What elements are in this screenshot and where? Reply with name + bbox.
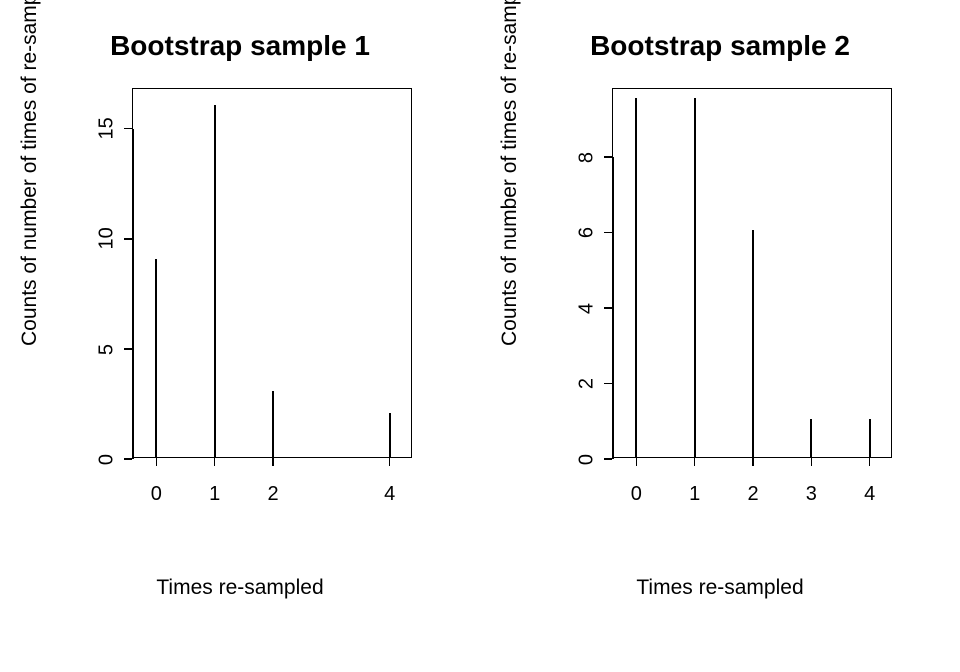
y-tick	[604, 232, 612, 234]
y-tick	[604, 307, 612, 309]
x-tick	[214, 458, 216, 466]
bar	[635, 98, 637, 457]
y-tick-label: 15	[96, 119, 119, 139]
bar	[272, 391, 274, 457]
y-tick-label: 5	[96, 339, 119, 359]
x-tick-label: 4	[375, 483, 405, 506]
y-tick	[124, 238, 132, 240]
y-tick-label: 0	[96, 450, 119, 470]
bar	[752, 230, 754, 457]
bar	[869, 419, 871, 457]
y-tick	[604, 383, 612, 385]
x-tick-label: 1	[200, 483, 230, 506]
y-tick-label: 2	[576, 374, 599, 394]
y-tick-label: 6	[576, 223, 599, 243]
y-tick	[124, 128, 132, 130]
y-tick	[604, 458, 612, 460]
chart-title-2: Bootstrap sample 2	[480, 30, 960, 62]
y-tick-label: 4	[576, 298, 599, 318]
x-axis-label-2: Times re-sampled	[480, 576, 960, 600]
y-axis-line	[612, 157, 614, 459]
x-tick-label: 1	[680, 483, 710, 506]
x-tick-label: 2	[738, 483, 768, 506]
x-tick	[694, 458, 696, 466]
bar	[214, 105, 216, 457]
x-tick	[811, 458, 813, 466]
chart-panel-2: Bootstrap sample 2 Counts of number of t…	[480, 0, 960, 672]
y-tick-label: 10	[96, 229, 119, 249]
x-axis-label-1: Times re-sampled	[0, 576, 480, 600]
y-tick-label: 0	[576, 450, 599, 470]
y-axis-line	[132, 129, 134, 459]
y-tick	[604, 156, 612, 158]
bar	[389, 413, 391, 457]
y-tick-label: 8	[576, 147, 599, 167]
x-tick	[272, 458, 274, 466]
x-tick	[636, 458, 638, 466]
plot-area-1: 0510150124	[132, 88, 412, 458]
bar	[155, 259, 157, 457]
y-tick	[124, 458, 132, 460]
x-tick-label: 0	[621, 483, 651, 506]
x-tick	[389, 458, 391, 466]
y-axis-label-2: Counts of number of times of re-sampling	[498, 326, 522, 346]
bar	[694, 98, 696, 457]
x-tick	[752, 458, 754, 466]
x-tick-label: 0	[141, 483, 171, 506]
chart-title-1: Bootstrap sample 1	[0, 30, 480, 62]
plot-area-2: 0246801234	[612, 88, 892, 458]
x-tick-label: 3	[796, 483, 826, 506]
bar	[810, 419, 812, 457]
chart-panel-1: Bootstrap sample 1 Counts of number of t…	[0, 0, 480, 672]
x-tick-label: 2	[258, 483, 288, 506]
x-tick	[156, 458, 158, 466]
y-tick	[124, 348, 132, 350]
x-tick-label: 4	[855, 483, 885, 506]
x-tick	[869, 458, 871, 466]
y-axis-label-1: Counts of number of times of re-sampling	[18, 326, 42, 346]
